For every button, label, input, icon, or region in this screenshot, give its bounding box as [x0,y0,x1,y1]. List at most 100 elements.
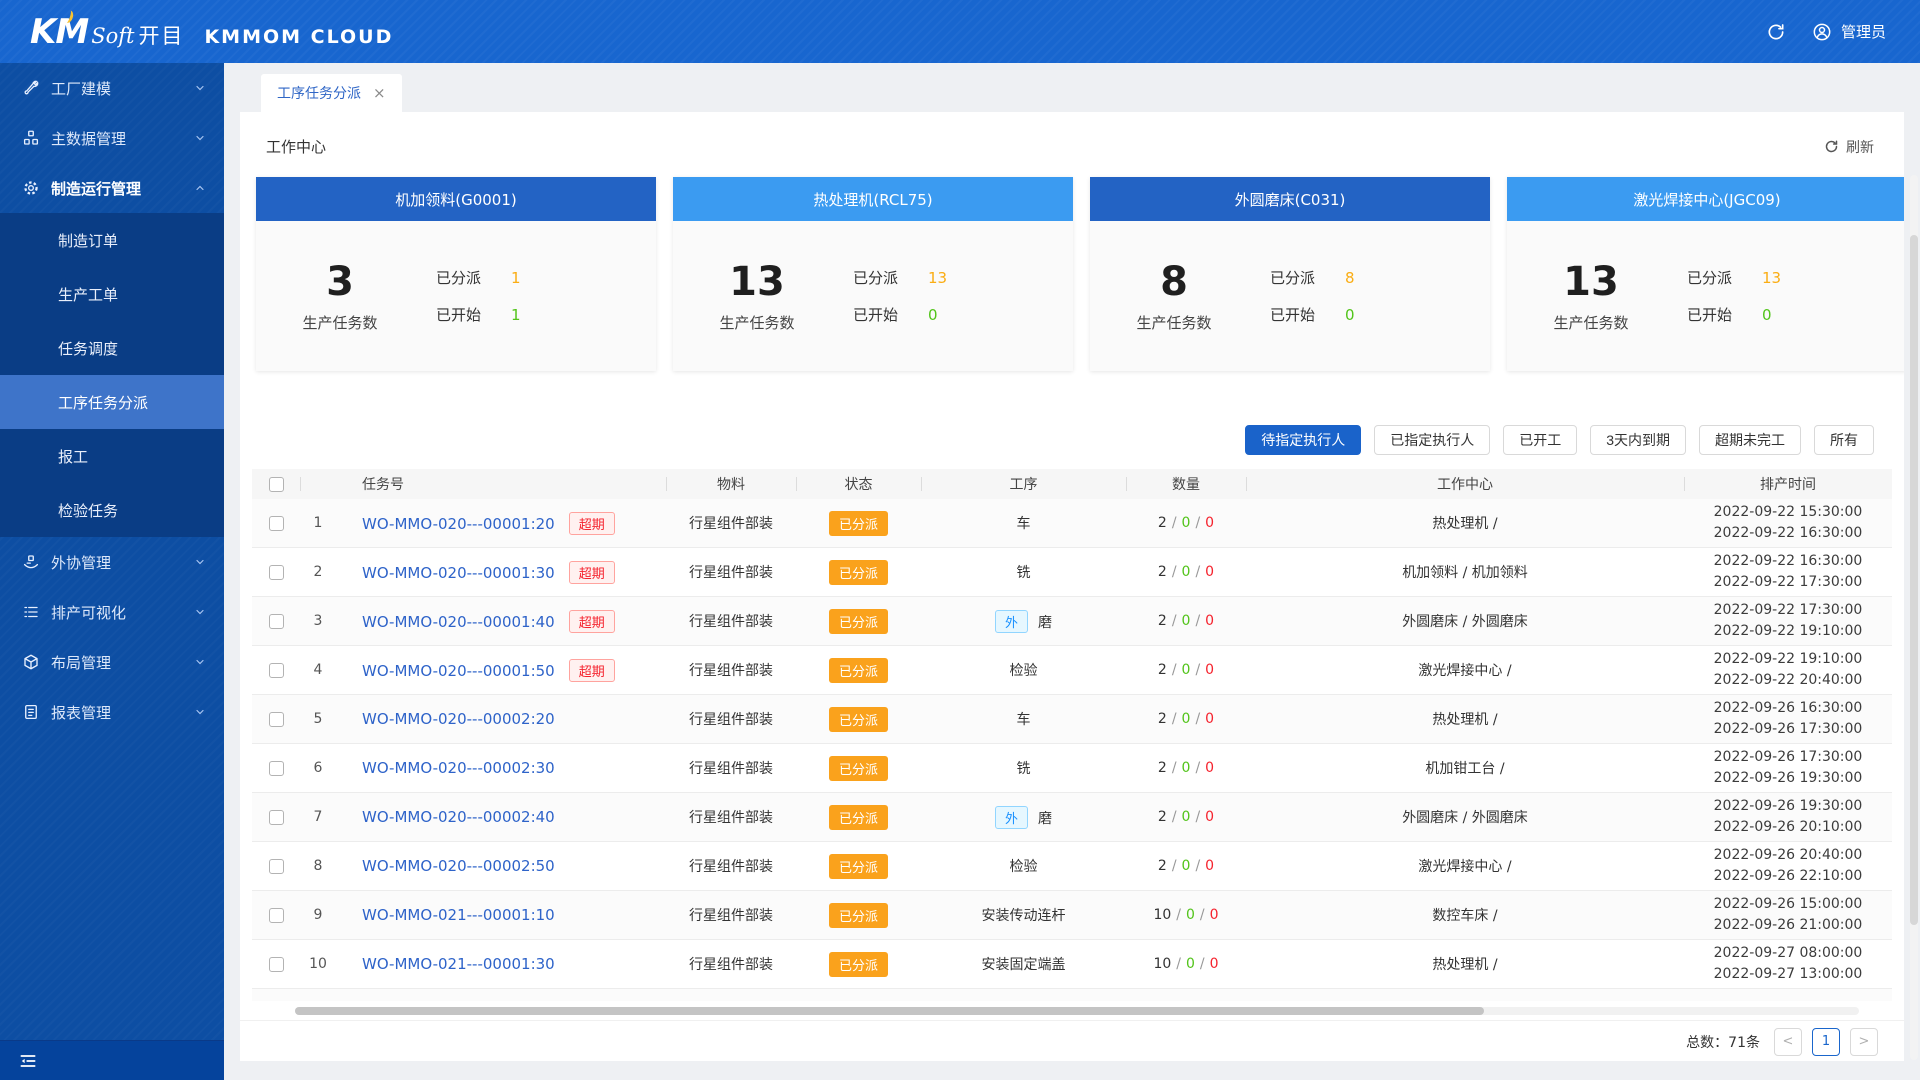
table-row[interactable]: 3 WO-MMO-020---00001:40 超期 行星组件部装 已分派 外磨 … [252,597,1892,646]
collapse-sidebar-icon[interactable] [18,1051,38,1071]
current-page-button[interactable]: 1 [1812,1027,1840,1056]
process-cell: 车 [921,513,1126,533]
task-count: 13 [1563,258,1619,305]
qty-cell: 10/0/0 [1153,907,1219,923]
refresh-icon[interactable] [1766,22,1786,42]
sidebar-item-master-data[interactable]: 主数据管理 [0,113,224,163]
chevron-down-icon [194,82,206,94]
task-link[interactable]: WO-MMO-020---00001:20 [362,515,555,533]
workcenter-cell: 热处理机 / [1432,516,1498,532]
task-link[interactable]: WO-MMO-020---00001:50 [362,662,555,680]
table-row[interactable]: 10 WO-MMO-021---00001:30 行星组件部装 已分派 安装固定… [252,940,1892,989]
sidebar-item-work-reporting[interactable]: 报工 [0,429,224,483]
next-page-button[interactable]: > [1850,1027,1878,1056]
workcenter-cell: 热处理机 / [1432,957,1498,973]
status-badge: 已分派 [828,706,888,732]
table-body: 1 WO-MMO-020---00001:20 超期 行星组件部装 已分派 车 2… [252,499,1892,1001]
table-row[interactable]: 8 WO-MMO-020---00002:50 行星组件部装 已分派 检验 2/… [252,842,1892,891]
user-menu[interactable]: 管理员 [1812,21,1886,42]
table-row[interactable]: 2 WO-MMO-020---00001:30 超期 行星组件部装 已分派 铣 2… [252,548,1892,597]
task-link[interactable]: WO-MMO-020---00001:40 [362,613,555,631]
sidebar-item-process-task-assignment[interactable]: 工序任务分派 [0,375,224,429]
work-center-card[interactable]: 外圆磨床(C031) 8 生产任务数 已分派 8 已开始 0 [1090,177,1490,371]
qty-cell: 2/0/0 [1157,613,1215,629]
workcenter-cell: 热处理机 / [1432,712,1498,728]
work-center-card[interactable]: 机加领料(G0001) 3 生产任务数 已分派 1 已开始 1 [256,177,656,371]
assigned-value: 1 [511,268,521,287]
horizontal-scrollbar-thumb[interactable] [295,1007,1484,1015]
row-checkbox[interactable] [268,907,284,923]
table-row[interactable]: 5 WO-MMO-020---00002:20 行星组件部装 已分派 车 2/0… [252,695,1892,744]
row-checkbox[interactable] [268,760,284,776]
table-row[interactable]: 1 WO-MMO-020---00001:20 超期 行星组件部装 已分派 车 2… [252,499,1892,548]
chevron-down-icon [194,606,206,618]
row-index: 3 [313,613,323,629]
layout-icon [22,653,40,671]
schedule-time-cell: 2022-09-27 08:00:00 2022-09-27 13:00:00 [1713,945,1863,982]
assigned-label: 已分派 [436,269,482,287]
schedule-time-cell: 2022-09-22 16:30:00 2022-09-22 17:30:00 [1713,553,1863,590]
row-checkbox[interactable] [268,711,284,727]
started-value: 1 [511,305,521,324]
sidebar-item-production-work-orders[interactable]: 生产工单 [0,267,224,321]
row-checkbox[interactable] [268,858,284,874]
row-checkbox[interactable] [268,809,284,825]
task-link[interactable]: WO-MMO-021---00001:30 [362,955,555,973]
col-process: 工序 [921,474,1126,494]
work-center-card[interactable]: 热处理机(RCL75) 13 生产任务数 已分派 13 已开始 0 [673,177,1073,371]
close-icon[interactable]: × [373,84,386,102]
filter-assigned-assignee[interactable]: 已指定执行人 [1374,425,1491,455]
sidebar-item-schedule-visualization[interactable]: 排产可视化 [0,587,224,637]
row-checkbox[interactable] [268,956,284,972]
started-label: 已开始 [436,306,482,324]
sidebar-item-task-scheduling[interactable]: 任务调度 [0,321,224,375]
process-cell: 铣 [921,758,1126,778]
table-row[interactable]: 2022-09-27 13:00:00 [252,989,1892,1001]
col-task: 任务号 [362,477,404,493]
overdue-badge: 超期 [568,511,615,535]
sidebar-item-inspection-tasks[interactable]: 检验任务 [0,483,224,537]
sidebar-item-manufacturing-ops[interactable]: 制造运行管理 [0,163,224,213]
row-index: 4 [313,662,323,678]
row-checkbox[interactable] [268,564,284,580]
overdue-badge: 超期 [568,658,615,682]
sidebar-item-outsourcing[interactable]: 外协管理 [0,537,224,587]
tab-process-task-assignment[interactable]: 工序任务分派 × [261,74,402,112]
row-checkbox[interactable] [268,515,284,531]
filter-all[interactable]: 所有 [1814,425,1874,455]
row-checkbox[interactable] [268,662,284,678]
sidebar-item-manufacturing-orders[interactable]: 制造订单 [0,213,224,267]
material-cell: 行星组件部装 [689,712,773,728]
filter-overdue-unfinished[interactable]: 超期未完工 [1699,425,1801,455]
task-link[interactable]: WO-MMO-020---00002:30 [362,759,555,777]
row-index: 9 [313,907,323,923]
process-cell: 检验 [921,856,1126,876]
table-row[interactable]: 9 WO-MMO-021---00001:10 行星组件部装 已分派 安装传动连… [252,891,1892,940]
sidebar-item-report-management[interactable]: 报表管理 [0,687,224,737]
sidebar-item-label: 工厂建模 [51,79,112,98]
refresh-button[interactable]: 刷新 [1824,137,1874,157]
work-center-card[interactable]: 激光焊接中心(JGC09) 13 生产任务数 已分派 13 已开始 0 [1507,177,1904,371]
task-link[interactable]: WO-MMO-020---00002:40 [362,808,555,826]
task-link[interactable]: WO-MMO-020---00001:30 [362,564,555,582]
process-name: 磨 [1038,614,1052,631]
sidebar-item-layout-management[interactable]: 布局管理 [0,637,224,687]
task-link[interactable]: WO-MMO-021---00001:10 [362,906,555,924]
row-checkbox[interactable] [268,613,284,629]
prev-page-button[interactable]: < [1774,1027,1802,1056]
table-row[interactable]: 7 WO-MMO-020---00002:40 行星组件部装 已分派 外磨 2/… [252,793,1892,842]
tab-label: 工序任务分派 [277,86,361,102]
table-row[interactable]: 4 WO-MMO-020---00001:50 超期 行星组件部装 已分派 检验 … [252,646,1892,695]
filter-due-3-days[interactable]: 3天内到期 [1590,425,1686,455]
sidebar-item-factory-modeling[interactable]: 工厂建模 [0,63,224,113]
sidebar-item-label: 任务调度 [58,339,119,358]
filter-pending-assignee[interactable]: 待指定执行人 [1245,425,1362,455]
started-label: 已开始 [853,306,899,324]
table-row[interactable]: 6 WO-MMO-020---00002:30 行星组件部装 已分派 铣 2/0… [252,744,1892,793]
filter-started[interactable]: 已开工 [1503,425,1578,455]
select-all-checkbox[interactable] [268,476,284,492]
task-link[interactable]: WO-MMO-020---00002:50 [362,857,555,875]
task-link[interactable]: WO-MMO-020---00002:20 [362,710,555,728]
brand-chinese: 开目 [138,23,185,48]
vertical-scrollbar-thumb[interactable] [1910,235,1918,926]
